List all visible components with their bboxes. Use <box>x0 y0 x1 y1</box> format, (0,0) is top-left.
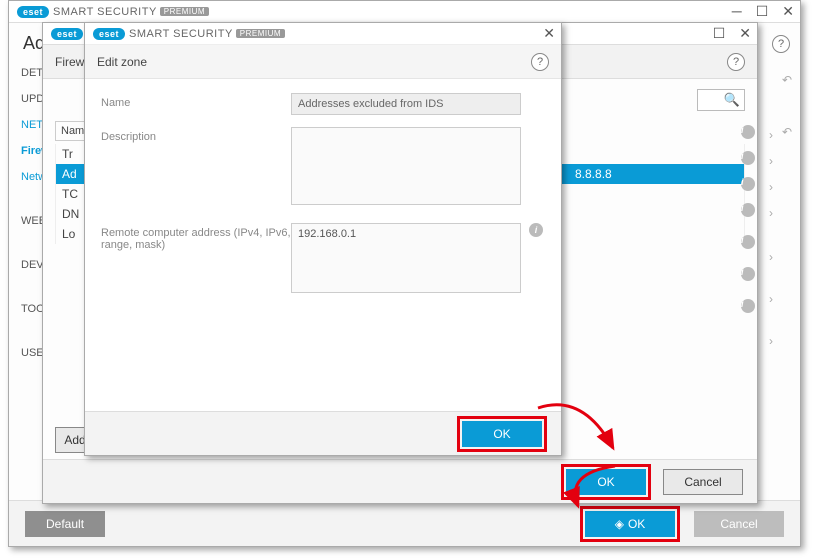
name-field[interactable] <box>291 93 521 115</box>
description-label: Description <box>101 127 291 143</box>
revert-icon[interactable]: ↶ <box>780 73 794 87</box>
chevron-right-icon[interactable]: › <box>764 250 778 264</box>
firewall-footer: OK Cancel <box>43 459 757 503</box>
close-icon[interactable]: ✕ <box>543 25 555 42</box>
info-icon[interactable]: i <box>741 177 755 191</box>
search-icon: 🔍 <box>724 92 740 108</box>
edit-zone-dialog: eset SMART SECURITY PREMIUM ✕ Edit zone … <box>84 22 562 456</box>
maximize-icon[interactable]: ☐ <box>713 25 726 42</box>
edition-badge: PREMIUM <box>160 7 209 16</box>
editzone-titlebar: eset SMART SECURITY PREMIUM ✕ <box>85 23 561 45</box>
shield-icon: ◈ <box>615 517 624 531</box>
eset-logo: eset <box>17 6 49 18</box>
chevron-right-icon[interactable]: › <box>764 334 778 348</box>
cancel-button[interactable]: Cancel <box>663 469 743 495</box>
editzone-title: Edit zone <box>97 55 147 69</box>
minimize-icon[interactable]: ─ <box>732 3 742 20</box>
editzone-subtitle-bar: Edit zone ? <box>85 45 561 79</box>
chevron-right-icon[interactable]: › <box>764 154 778 168</box>
editzone-form: Name Description Remote computer address… <box>85 79 561 319</box>
help-icon[interactable]: ? <box>531 53 549 71</box>
info-icon[interactable]: i <box>741 235 755 249</box>
help-icon[interactable]: ? <box>727 53 745 71</box>
address-label: Remote computer address (IPv4, IPv6, ran… <box>101 223 291 251</box>
firewall-subtitle: Firew <box>55 55 84 69</box>
row-ip: 8.8.8.8 <box>575 167 612 181</box>
product-name: SMART SECURITY <box>53 6 157 18</box>
close-icon[interactable]: ✕ <box>782 3 794 20</box>
search-box[interactable]: 🔍 <box>697 89 745 111</box>
chevron-right-icon[interactable]: › <box>764 206 778 220</box>
info-icon[interactable]: i <box>741 151 755 165</box>
chevron-right-icon[interactable]: › <box>764 180 778 194</box>
column-header-name[interactable]: Name <box>55 121 85 141</box>
description-field[interactable] <box>291 127 521 205</box>
revert-icon[interactable]: ↶ <box>780 125 794 139</box>
name-label: Name <box>101 93 291 109</box>
chevron-right-icon[interactable]: › <box>764 128 778 142</box>
annotation-box: OK <box>561 464 651 500</box>
ok-button[interactable]: OK <box>566 469 646 495</box>
cancel-button[interactable]: Cancel <box>694 511 784 537</box>
close-icon[interactable]: ✕ <box>739 25 751 42</box>
info-icon[interactable]: i <box>741 299 755 313</box>
main-titlebar: eset SMART SECURITY PREMIUM ─ ☐ ✕ <box>9 1 800 23</box>
annotation-box: ◈ OK <box>580 506 680 542</box>
info-icon[interactable]: i <box>741 267 755 281</box>
info-column: i i i i i i i <box>741 125 755 325</box>
annotation-box: OK <box>457 416 547 452</box>
ok-button[interactable]: ◈ OK <box>585 511 675 537</box>
edition-badge: PREMIUM <box>236 29 285 38</box>
address-field[interactable]: 192.168.0.1 <box>291 223 521 293</box>
info-icon[interactable]: i <box>741 203 755 217</box>
main-footer: Default ◈ OK Cancel <box>9 500 800 546</box>
chevron-right-icon[interactable]: › <box>764 292 778 306</box>
info-icon[interactable]: i <box>529 223 543 237</box>
editzone-footer: OK <box>85 411 561 455</box>
product-name: SMART SECURITY <box>129 28 233 40</box>
maximize-icon[interactable]: ☐ <box>756 3 769 20</box>
eset-logo: eset <box>93 28 125 40</box>
help-icon[interactable]: ? <box>772 35 790 53</box>
ok-button[interactable]: OK <box>462 421 542 447</box>
info-icon[interactable]: i <box>741 125 755 139</box>
default-button[interactable]: Default <box>25 511 105 537</box>
eset-logo: eset <box>51 28 83 40</box>
